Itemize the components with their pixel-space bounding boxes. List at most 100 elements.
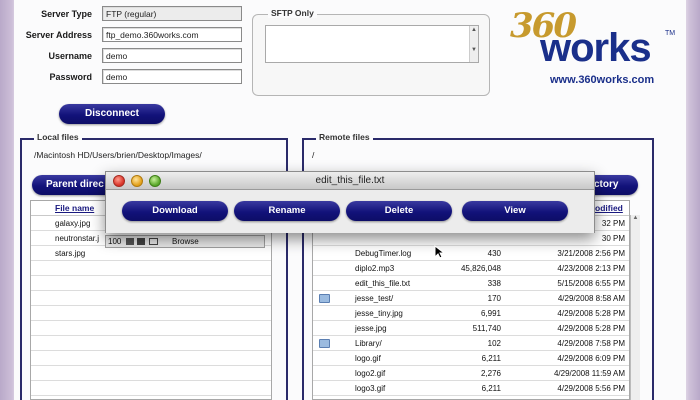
file-name: galaxy.jpg: [55, 219, 91, 228]
remote-file-modified: 4/29/2008 5:28 PM: [557, 324, 625, 333]
remote-file-name: jesse_test/: [355, 294, 394, 303]
file-name: stars.jpg: [55, 249, 86, 258]
list-item[interactable]: [31, 291, 271, 306]
view-button[interactable]: View: [462, 201, 568, 221]
close-icon[interactable]: [113, 175, 125, 187]
zoom-level[interactable]: 100: [108, 236, 121, 247]
company-logo: 360 works TM www.360works.com: [510, 4, 680, 90]
table-row[interactable]: jesse_tiny.jpg 6,991 4/29/2008 5:28 PM: [313, 306, 629, 321]
remote-file-modified: 4/29/2008 5:56 PM: [557, 384, 625, 393]
scroll-up-icon: ▲: [471, 27, 477, 33]
minimize-icon[interactable]: [131, 175, 143, 187]
mountain-icon[interactable]: [137, 238, 145, 245]
dialog-body: Download Rename Delete View: [106, 190, 594, 233]
scrollbar[interactable]: ▲ ▼: [469, 26, 478, 62]
server-type-label: Server Type: [41, 9, 92, 19]
folder-icon: [319, 294, 330, 303]
remote-file-name: logo3.gif: [355, 384, 386, 393]
remote-file-size: 45,826,048: [460, 264, 501, 273]
scroll-up-icon: ▲: [632, 215, 639, 221]
remote-file-size: 430: [487, 249, 501, 258]
file-name-column-header[interactable]: File name: [55, 201, 94, 216]
folder-icon: [319, 339, 330, 348]
remote-file-name: DebugTimer.log: [355, 249, 412, 258]
sftp-group-title: SFTP Only: [268, 8, 317, 18]
remote-file-size: 511,740: [472, 324, 501, 333]
logo-url: www.360works.com: [550, 74, 655, 86]
logo-tm: TM: [665, 30, 676, 37]
list-item[interactable]: [31, 276, 271, 291]
local-files-title: Local files: [34, 132, 82, 142]
modified-column-header[interactable]: odified: [595, 201, 623, 216]
disconnect-button[interactable]: Disconnect: [59, 104, 165, 124]
dialog-titlebar[interactable]: edit_this_file.txt: [106, 172, 594, 190]
remote-files-title: Remote files: [316, 132, 373, 142]
zoom-icon[interactable]: [149, 175, 161, 187]
server-address-field[interactable]: ftp_demo.360works.com: [102, 27, 242, 42]
rename-button[interactable]: Rename: [234, 201, 340, 221]
scroll-down-icon: ▼: [471, 47, 477, 53]
remote-file-size: 6,211: [481, 384, 501, 393]
download-button[interactable]: Download: [122, 201, 228, 221]
sftp-group: ▲ ▼: [252, 14, 490, 96]
username-field[interactable]: demo: [102, 48, 242, 63]
table-row[interactable]: DebugTimer.log 430 3/21/2008 2:56 PM: [313, 246, 629, 261]
list-item[interactable]: stars.jpg: [31, 246, 271, 261]
remote-file-modified: 4/29/2008 11:59 AM: [553, 369, 625, 378]
list-item[interactable]: [31, 366, 271, 381]
delete-button[interactable]: Delete: [346, 201, 452, 221]
remote-file-modified: 4/29/2008 8:58 AM: [557, 294, 625, 303]
list-item[interactable]: [31, 321, 271, 336]
file-name: neutronstar.j: [55, 234, 100, 243]
browse-button[interactable]: Browse: [172, 236, 199, 247]
remote-file-modified: 3/21/2008 2:56 PM: [557, 249, 625, 258]
list-item[interactable]: [31, 306, 271, 321]
remote-file-modified: 4/23/2008 2:13 PM: [557, 264, 625, 273]
remote-path: /: [312, 150, 315, 160]
remote-file-modified: 5/15/2008 6:55 PM: [557, 279, 625, 288]
remote-file-name: logo.gif: [355, 354, 381, 363]
dialog-title: edit_this_file.txt: [315, 175, 385, 186]
logo-word: works: [540, 26, 652, 70]
remote-file-name: jesse.jpg: [355, 324, 387, 333]
table-row[interactable]: Library/102 4/29/2008 7:58 PM: [313, 336, 629, 351]
server-type-select[interactable]: FTP (regular): [102, 6, 242, 21]
table-row[interactable]: diplo2.mp3 45,826,048 4/23/2008 2:13 PM: [313, 261, 629, 276]
server-address-label: Server Address: [25, 30, 92, 40]
table-row[interactable]: logo3.gif 6,211 4/29/2008 5:56 PM: [313, 381, 629, 396]
layout-icon[interactable]: [149, 238, 158, 245]
table-row[interactable]: logo.gif 6,211 4/29/2008 6:09 PM: [313, 351, 629, 366]
table-row[interactable]: jesse.jpg 511,740 4/29/2008 5:28 PM: [313, 321, 629, 336]
remote-file-name: Library/: [355, 339, 382, 348]
remote-file-modified: 30 PM: [601, 234, 625, 243]
embedded-browse-strip: 100 Browse: [105, 235, 265, 248]
remote-file-modified: 4/29/2008 5:28 PM: [557, 309, 625, 318]
list-item[interactable]: [31, 261, 271, 276]
remote-file-modified: 4/29/2008 6:09 PM: [557, 354, 625, 363]
password-field[interactable]: demo: [102, 69, 242, 84]
table-row[interactable]: 30 PM: [313, 231, 629, 246]
remote-file-size: 6,991: [480, 309, 501, 318]
table-row[interactable]: jesse_test/170 4/29/2008 8:58 AM: [313, 291, 629, 306]
table-row[interactable]: logo2.gif 2,276 4/29/2008 11:59 AM: [313, 366, 629, 381]
remote-file-size: 338: [487, 279, 501, 288]
remote-file-size: 170: [487, 294, 501, 303]
username-label: Username: [48, 51, 92, 61]
remote-file-size: 6,211: [481, 354, 501, 363]
list-item[interactable]: [31, 351, 271, 366]
table-row[interactable]: edit_this_file.txt 338 5/15/2008 6:55 PM: [313, 276, 629, 291]
remote-file-modified: 4/29/2008 7:58 PM: [557, 339, 625, 348]
remote-file-modified: 32 PM: [601, 219, 625, 228]
remote-list-scrollbar[interactable]: ▲: [630, 215, 640, 400]
list-item[interactable]: [31, 381, 271, 396]
remote-file-name: jesse_tiny.jpg: [355, 309, 403, 318]
mouse-cursor-icon: [434, 245, 444, 259]
local-path: /Macintosh HD/Users/brien/Desktop/Images…: [34, 150, 202, 160]
remote-file-name: edit_this_file.txt: [355, 279, 411, 288]
file-action-dialog: edit_this_file.txt Download Rename Delet…: [105, 171, 595, 233]
mountain-icon[interactable]: [126, 238, 134, 245]
list-item[interactable]: [31, 336, 271, 351]
remote-file-size: 102: [487, 339, 501, 348]
remote-file-size: 2,276: [480, 369, 501, 378]
sftp-key-textarea[interactable]: ▲ ▼: [265, 25, 479, 63]
